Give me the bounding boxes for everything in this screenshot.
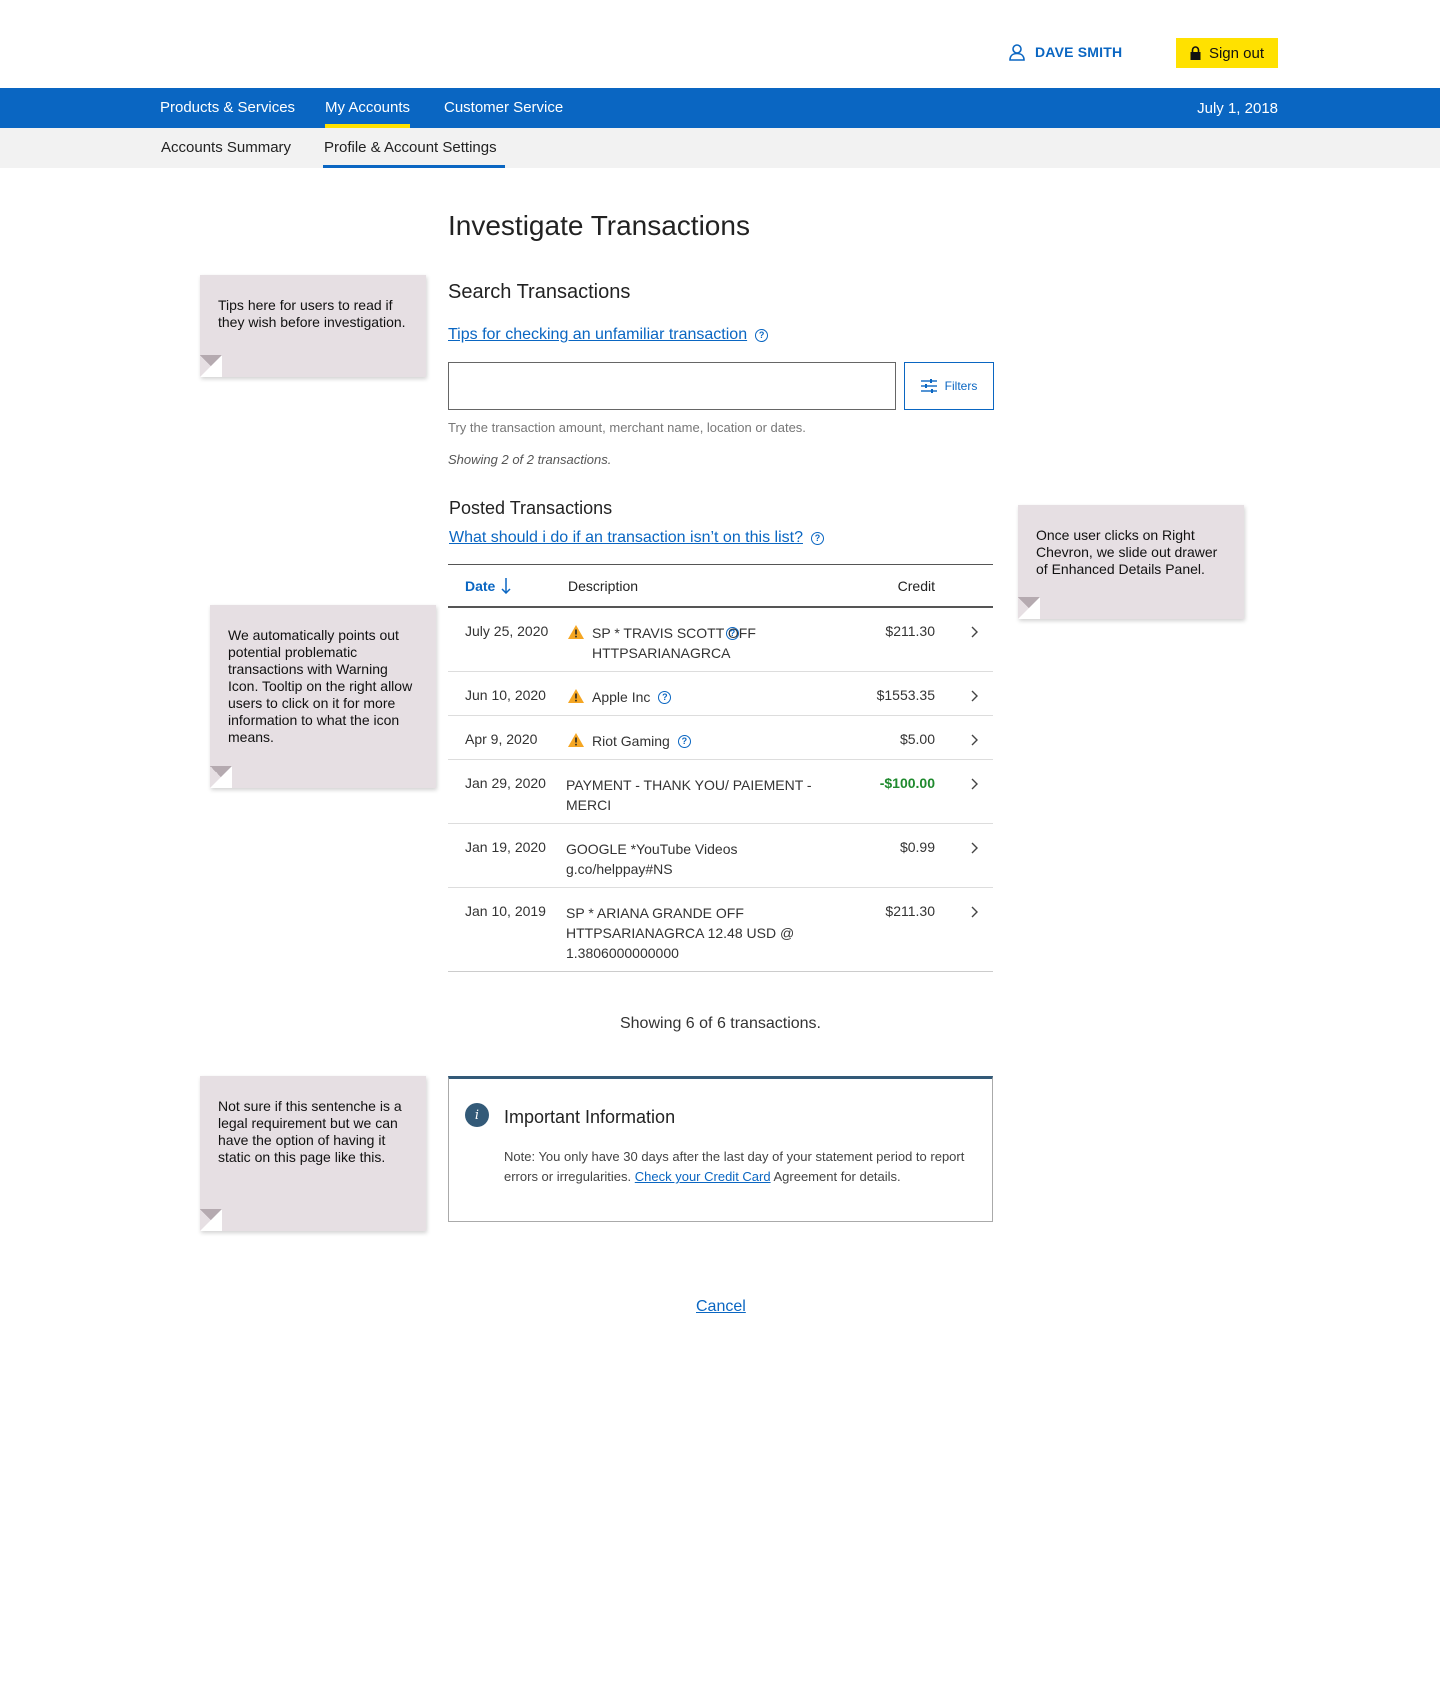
table-row[interactable]: Jun 10, 2020 Apple Inc ? $1553.35 — [448, 672, 993, 716]
help-icon[interactable]: ? — [810, 531, 824, 545]
transaction-credit: $1553.35 — [876, 687, 935, 703]
sliders-icon — [920, 379, 937, 393]
transaction-date: July 25, 2020 — [465, 623, 549, 639]
info-title: Important Information — [504, 1107, 676, 1127]
transaction-date: Jun 10, 2020 — [465, 687, 546, 703]
filters-label: Filters — [944, 379, 978, 393]
subnav-profile-settings[interactable]: Profile & Account Settings — [323, 128, 505, 168]
warning-icon — [568, 625, 584, 639]
sticky-note-chevron: Once user clicks on Right Chevron, we sl… — [1018, 505, 1244, 619]
help-icon[interactable]: ? — [755, 328, 769, 342]
chevron-right-icon[interactable] — [965, 902, 985, 922]
sort-by-date[interactable]: Date — [465, 565, 511, 607]
chevron-right-icon[interactable] — [965, 774, 985, 794]
transaction-credit: $211.30 — [885, 903, 935, 919]
transaction-credit: $211.30 — [885, 623, 935, 639]
transaction-description: SP * ARIANA GRANDE OFF HTTPSARIANAGRCA 1… — [566, 903, 796, 963]
transactions-count: Showing 6 of 6 transactions. — [619, 1015, 821, 1032]
info-text: Note: You only have 30 days after the la… — [504, 1147, 974, 1187]
sub-nav: Accounts Summary Profile & Account Setti… — [0, 128, 1440, 168]
transaction-description: SP * TRAVIS SCOTT OFF HTTPSARIANAGRCA — [568, 623, 808, 663]
transaction-date: Apr 9, 2020 — [465, 731, 538, 747]
transactions-table: Date Description Credit July 25, 2020 SP… — [448, 564, 993, 972]
page-title: Investigate Transactions — [448, 210, 750, 241]
arrow-down-icon — [501, 578, 511, 594]
table-row[interactable]: Apr 9, 2020 Riot Gaming ? $5.00 — [448, 716, 993, 760]
description-text: GOOGLE *YouTube Videos g.co/helppay#NS — [566, 841, 738, 877]
transaction-date: Jan 19, 2020 — [465, 839, 546, 855]
credit-card-agreement-link[interactable]: Check your Credit Card — [635, 1169, 771, 1184]
search-section-title: Search Transactions — [448, 281, 631, 303]
description-header: Description — [568, 578, 639, 594]
transaction-date: Jan 10, 2019 — [465, 903, 546, 919]
transaction-credit: $0.99 — [899, 839, 935, 855]
info-icon: i — [465, 1103, 489, 1127]
important-information-panel: i Important Information Note: You only h… — [448, 1076, 993, 1222]
date-header: Date — [465, 578, 496, 594]
user-menu[interactable]: DAVE SMITH — [1008, 43, 1122, 61]
info-note-end: Agreement for details. — [770, 1169, 901, 1184]
transaction-description: GOOGLE *YouTube Videos g.co/helppay#NS — [566, 839, 746, 879]
nav-customer-service[interactable]: Customer Service — [444, 88, 563, 128]
nav-products-services[interactable]: Products & Services — [160, 88, 295, 128]
transaction-credit: -$100.00 — [879, 775, 935, 791]
subnav-accounts-summary[interactable]: Accounts Summary — [161, 128, 291, 168]
chevron-right-icon[interactable] — [965, 730, 985, 750]
description-text: Riot Gaming — [592, 733, 670, 749]
description-text: SP * ARIANA GRANDE OFF HTTPSARIANAGRCA 1… — [566, 905, 795, 961]
help-icon[interactable]: ? — [677, 735, 691, 748]
sticky-note-warning: We automatically points out potential pr… — [210, 605, 436, 788]
missing-transaction-link[interactable]: What should i do if an transaction isn’t… — [449, 529, 803, 547]
transaction-description: PAYMENT - THANK YOU/ PAIEMENT - MERCI — [566, 775, 816, 815]
chevron-right-icon[interactable] — [965, 686, 985, 706]
credit-header: Credit — [897, 578, 935, 594]
posted-link-row: What should i do if an transaction isn’t… — [449, 529, 824, 547]
table-row[interactable]: Jan 10, 2019 SP * ARIANA GRANDE OFF HTTP… — [448, 888, 993, 972]
table-row[interactable]: Jan 29, 2020 PAYMENT - THANK YOU/ PAIEME… — [448, 760, 993, 824]
help-icon[interactable]: ? — [658, 691, 672, 704]
transaction-description: Apple Inc ? — [568, 687, 808, 707]
transaction-credit: $5.00 — [899, 731, 935, 747]
search-results-count: Showing 2 of 2 transactions. — [448, 452, 612, 467]
chevron-right-icon[interactable] — [965, 838, 985, 858]
sign-out-label: Sign out — [1208, 44, 1265, 62]
user-bar: DAVE SMITH Sign out — [0, 0, 1440, 88]
user-name: DAVE SMITH — [1035, 44, 1123, 60]
warning-icon — [568, 733, 584, 747]
chevron-right-icon[interactable] — [965, 622, 985, 642]
sticky-note-tips: Tips here for users to read if they wish… — [200, 275, 426, 377]
tips-link[interactable]: Tips for checking an unfamiliar transact… — [448, 326, 747, 344]
description-text: PAYMENT - THANK YOU/ PAIEMENT - MERCI — [566, 777, 812, 813]
sign-out-button[interactable]: Sign out — [1176, 38, 1278, 68]
main-nav: Products & Services My Accounts Customer… — [0, 88, 1440, 128]
tips-link-row: Tips for checking an unfamiliar transact… — [448, 326, 769, 344]
nav-my-accounts[interactable]: My Accounts — [325, 88, 411, 128]
transaction-description: Riot Gaming ? — [568, 731, 808, 751]
lock-icon — [1190, 46, 1201, 60]
table-row[interactable]: Jan 19, 2020 GOOGLE *YouTube Videos g.co… — [448, 824, 993, 888]
search-hint: Try the transaction amount, merchant nam… — [448, 420, 806, 435]
user-icon — [1009, 44, 1025, 61]
table-row[interactable]: July 25, 2020 SP * TRAVIS SCOTT OFF HTTP… — [448, 608, 993, 672]
current-date: July 1, 2018 — [1197, 100, 1278, 117]
sticky-note-legal: Not sure if this sentenche is a legal re… — [200, 1076, 426, 1231]
transaction-date: Jan 29, 2020 — [465, 775, 546, 791]
warning-icon — [568, 689, 584, 703]
table-header: Date Description Credit — [448, 564, 993, 608]
filters-button[interactable]: Filters — [904, 362, 994, 410]
description-text: Apple Inc — [592, 689, 651, 705]
cancel-link[interactable]: Cancel — [696, 1298, 746, 1316]
search-input[interactable] — [448, 362, 896, 410]
help-icon[interactable]: ? — [726, 627, 739, 640]
posted-transactions-title: Posted Transactions — [449, 498, 613, 518]
